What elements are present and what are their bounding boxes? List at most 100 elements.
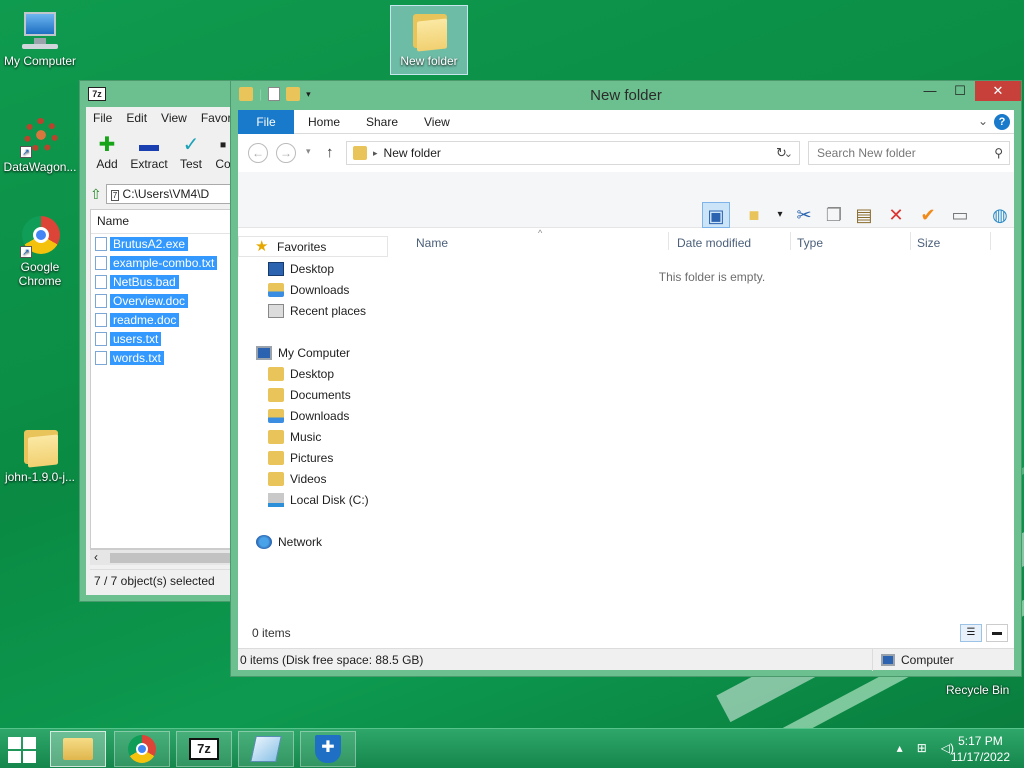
- ribbon: File Home Share View ⌄ ?: [238, 110, 1014, 134]
- command-toolbar: ▣ ■ ▾ ✂ ❐ ▤ ✕ ✔ ▭ ◍: [238, 172, 1014, 228]
- rename-button[interactable]: ▭: [946, 202, 974, 228]
- details-view-button[interactable]: ☰: [960, 624, 982, 642]
- recent-locations-icon[interactable]: ▾: [306, 146, 311, 157]
- recycle-bin-label[interactable]: Recycle Bin: [946, 683, 1009, 697]
- column-divider[interactable]: [990, 232, 991, 250]
- help-icon[interactable]: ?: [994, 114, 1010, 130]
- sevenzip-path-field[interactable]: 7 C:\Users\VM4\D: [105, 184, 238, 204]
- large-icons-view-button[interactable]: ▬: [986, 624, 1008, 642]
- file-row[interactable]: users.txt: [91, 329, 237, 348]
- scrollbar-thumb[interactable]: [110, 553, 238, 563]
- tab-file[interactable]: File: [238, 110, 294, 134]
- nav-network[interactable]: Network: [256, 531, 322, 552]
- column-divider[interactable]: [668, 232, 669, 250]
- address-bar[interactable]: ▸ New folder ⌄: [346, 141, 800, 165]
- taskbar-app[interactable]: [238, 731, 294, 767]
- sevenzip-file-list[interactable]: Name BrutusA2.exe example-combo.txt NetB…: [90, 209, 238, 549]
- minimize-button[interactable]: —: [915, 81, 945, 101]
- desktop-icon-datawagon[interactable]: ↗ DataWagon...: [0, 114, 80, 174]
- search-icon: ⚲: [994, 146, 1003, 160]
- menu-view[interactable]: View: [154, 109, 194, 129]
- desktop-icon-label: john-1.9.0-j...: [4, 470, 76, 484]
- archive-icon: 7: [110, 190, 120, 201]
- nav-local-disk[interactable]: Local Disk (C:): [268, 489, 369, 510]
- show-hidden-icons-icon[interactable]: ▴: [897, 741, 903, 755]
- file-row[interactable]: readme.doc: [91, 310, 237, 329]
- network-status-icon[interactable]: ⊞: [917, 741, 927, 755]
- nav-fav-desktop[interactable]: Desktop: [268, 258, 334, 279]
- sevenzip-window[interactable]: 7z File Edit View Favori ✚ Add ▬ Extract…: [79, 80, 239, 602]
- up-folder-icon[interactable]: ⇧: [90, 186, 102, 203]
- tab-home[interactable]: Home: [294, 110, 354, 134]
- clock[interactable]: 5:17 PM 11/17/2022: [951, 733, 1010, 765]
- search-input[interactable]: Search New folder ⚲: [808, 141, 1010, 165]
- column-date-modified[interactable]: Date modified: [677, 236, 751, 250]
- file-row[interactable]: words.txt: [91, 348, 237, 367]
- file-row[interactable]: example-combo.txt: [91, 253, 237, 272]
- add-button[interactable]: ✚ Add: [86, 133, 128, 179]
- taskbar-chrome[interactable]: [114, 731, 170, 767]
- refresh-button[interactable]: ↻: [776, 145, 787, 161]
- up-button[interactable]: ↑: [326, 144, 334, 161]
- breadcrumb-chevron-icon[interactable]: ▸: [373, 148, 378, 159]
- file-row[interactable]: Overview.doc: [91, 291, 237, 310]
- nav-music[interactable]: Music: [268, 426, 321, 447]
- tab-view[interactable]: View: [410, 110, 464, 134]
- forward-button[interactable]: →: [276, 143, 296, 163]
- maximize-button[interactable]: ☐: [945, 81, 975, 101]
- expand-ribbon-chevron-icon[interactable]: ⌄: [978, 114, 988, 128]
- checkmark-icon: ✔: [920, 205, 936, 225]
- nav-downloads[interactable]: Downloads: [268, 405, 349, 426]
- preview-pane-button[interactable]: ▣: [702, 202, 730, 228]
- paste-button[interactable]: ▤: [850, 202, 878, 228]
- extract-button[interactable]: ▬ Extract: [128, 133, 170, 179]
- file-row[interactable]: BrutusA2.exe: [91, 234, 237, 253]
- test-label: Test: [179, 157, 202, 171]
- delete-button[interactable]: ✕: [882, 202, 910, 228]
- nav-fav-recent[interactable]: Recent places: [268, 300, 366, 321]
- network-globe-button[interactable]: ◍: [986, 202, 1014, 228]
- horizontal-scrollbar[interactable]: ‹: [90, 549, 238, 565]
- folder-icon: [268, 366, 284, 381]
- select-button[interactable]: ✔: [914, 202, 942, 228]
- close-button[interactable]: ✕: [975, 81, 1021, 101]
- nav-favorites[interactable]: ★ Favorites: [238, 236, 388, 257]
- desktop-icon-google-chrome[interactable]: ↗ Google Chrome: [0, 214, 80, 288]
- explorer-window[interactable]: | ▾ New folder — ☐ ✕ File Home Share Vie…: [230, 80, 1022, 677]
- copy-button[interactable]: ❐: [820, 202, 848, 228]
- explorer-status-bar: 0 items (Disk free space: 88.5 GB) Compu…: [238, 648, 1014, 671]
- file-list-pane[interactable]: ^ Name Date modified Type Size This fold…: [410, 228, 1014, 616]
- desktop-icon-new-folder[interactable]: New folder: [390, 5, 468, 75]
- scroll-left-icon[interactable]: ‹: [94, 550, 98, 564]
- menu-file[interactable]: File: [86, 109, 119, 129]
- desktop-icon-my-computer[interactable]: My Computer: [0, 8, 80, 68]
- column-divider[interactable]: [910, 232, 911, 250]
- nav-pictures[interactable]: Pictures: [268, 447, 333, 468]
- column-name-header[interactable]: Name: [91, 210, 237, 234]
- breadcrumb[interactable]: New folder: [384, 146, 441, 160]
- taskbar-defender[interactable]: ✚: [300, 731, 356, 767]
- cut-button[interactable]: ✂: [790, 202, 818, 228]
- test-button[interactable]: ✓ Test: [170, 133, 212, 179]
- nav-my-computer[interactable]: My Computer: [256, 342, 350, 363]
- nav-fav-downloads[interactable]: Downloads: [268, 279, 349, 300]
- tab-share[interactable]: Share: [352, 110, 412, 134]
- taskbar-file-explorer[interactable]: [50, 731, 106, 767]
- nav-documents[interactable]: Documents: [268, 384, 351, 405]
- taskbar-7zip[interactable]: 7z: [176, 731, 232, 767]
- column-divider[interactable]: [790, 232, 791, 250]
- start-button[interactable]: [8, 737, 38, 763]
- nav-desktop[interactable]: Desktop: [268, 363, 334, 384]
- path-text: C:\Users\VM4\D: [122, 187, 210, 201]
- column-type[interactable]: Type: [797, 236, 823, 250]
- move-to-button[interactable]: ■: [740, 202, 768, 228]
- column-size[interactable]: Size: [917, 236, 940, 250]
- explorer-titlebar[interactable]: | ▾ New folder — ☐ ✕: [231, 81, 1021, 109]
- desktop-icon-john[interactable]: john-1.9.0-j...: [0, 424, 80, 484]
- back-button[interactable]: ←: [248, 143, 268, 163]
- sevenzip-status-bar: 7 / 7 object(s) selected: [90, 569, 238, 591]
- column-name[interactable]: Name: [416, 236, 448, 250]
- file-row[interactable]: NetBus.bad: [91, 272, 237, 291]
- menu-edit[interactable]: Edit: [119, 109, 154, 129]
- nav-videos[interactable]: Videos: [268, 468, 326, 489]
